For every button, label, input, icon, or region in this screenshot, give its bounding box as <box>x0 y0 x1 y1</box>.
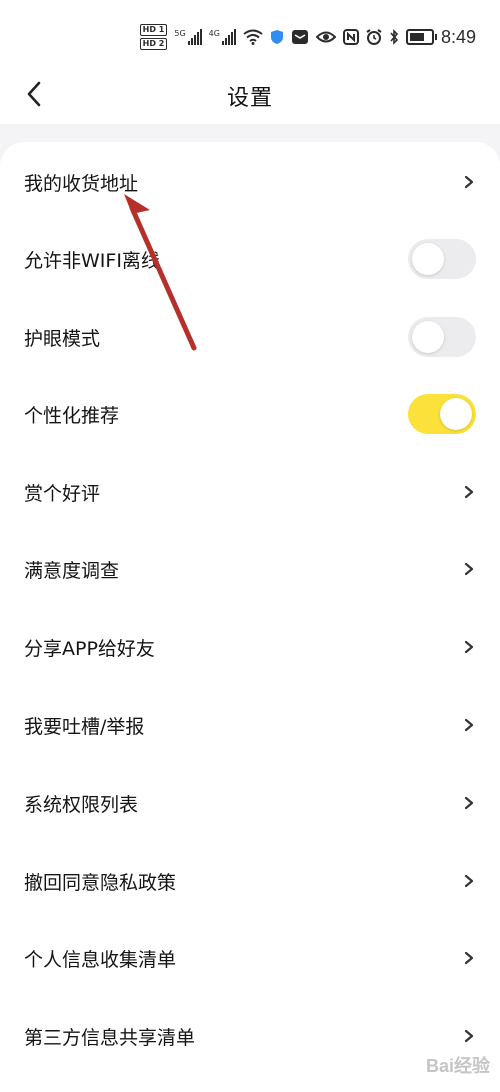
nav-header: 设置 <box>0 68 500 124</box>
settings-item-label: 个人信息收集清单 <box>24 948 177 971</box>
settings-item-share-app[interactable]: 分享APP给好友 <box>0 617 500 677</box>
clock: 8:49 <box>440 26 476 47</box>
chevron-right-icon <box>464 175 474 189</box>
chevron-right-icon <box>464 640 474 654</box>
status-bar: HD 1 HD 2 5G 4G 8:49 <box>0 0 500 68</box>
chevron-right-icon <box>464 951 474 965</box>
wifi-icon <box>243 29 263 45</box>
eye-care-toggle[interactable] <box>408 317 476 357</box>
settings-item-feedback-report[interactable]: 我要吐槽/举报 <box>0 695 500 755</box>
signal-5g-icon: 5G <box>174 29 202 45</box>
chevron-right-icon <box>464 485 474 499</box>
personalized-recommendation-toggle[interactable] <box>408 394 476 434</box>
settings-item-label: 赏个好评 <box>24 482 101 505</box>
toggle-knob <box>412 321 444 353</box>
toggle-knob <box>440 398 472 430</box>
signal-4g-icon: 4G <box>209 29 236 45</box>
eye-icon <box>315 31 336 43</box>
settings-item-rate-app[interactable]: 赏个好评 <box>0 462 500 522</box>
battery-icon <box>405 29 437 45</box>
alarm-icon <box>366 29 382 45</box>
settings-item-label: 我要吐槽/举报 <box>24 715 145 738</box>
nfc-icon <box>342 29 359 45</box>
settings-item-label: 个性化推荐 <box>24 404 120 427</box>
annotation-arrow-icon <box>124 194 197 351</box>
status-icons: HD 1 HD 2 5G 4G 8:49 <box>139 22 476 52</box>
settings-item-system-permissions[interactable]: 系统权限列表 <box>0 773 500 833</box>
bluetooth-icon <box>390 29 399 45</box>
settings-item-label: 满意度调查 <box>24 559 120 582</box>
settings-list: 我的收货地址 允许非WIFI离线 护眼模式 个性化推荐 赏个好评 满意度调查 分… <box>0 142 500 1092</box>
settings-item-label: 分享APP给好友 <box>24 637 155 660</box>
settings-item-label: 第三方信息共享清单 <box>24 1026 196 1049</box>
watermark-logo: Bai经验 <box>425 1056 490 1076</box>
hd-indicators: HD 1 HD 2 <box>139 24 168 50</box>
settings-item-revoke-privacy-consent[interactable]: 撤回同意隐私政策 <box>0 851 500 911</box>
chevron-right-icon <box>464 718 474 732</box>
toggle-knob <box>412 243 444 275</box>
settings-item-shipping-address[interactable]: 我的收货地址 <box>0 152 500 212</box>
settings-item-personalized-recommendation: 个性化推荐 <box>0 384 500 444</box>
app-notification-icon <box>291 30 308 44</box>
chevron-right-icon <box>464 874 474 888</box>
settings-item-label: 系统权限列表 <box>24 793 139 816</box>
settings-item-label: 撤回同意隐私政策 <box>24 871 177 894</box>
settings-item-eye-care-mode: 护眼模式 <box>0 307 500 367</box>
settings-item-satisfaction-survey[interactable]: 满意度调查 <box>0 539 500 599</box>
hd2-badge: HD 2 <box>139 38 168 50</box>
hd1-badge: HD 1 <box>139 24 168 36</box>
settings-item-label: 护眼模式 <box>24 327 101 350</box>
settings-item-personal-info-list[interactable]: 个人信息收集清单 <box>0 928 500 988</box>
chevron-right-icon <box>464 562 474 576</box>
chevron-right-icon <box>464 1029 474 1043</box>
settings-item-offline-non-wifi: 允许非WIFI离线 <box>0 229 500 289</box>
page-title: 设置 <box>226 86 273 111</box>
chevron-right-icon <box>464 796 474 810</box>
offline-non-wifi-toggle[interactable] <box>408 239 476 279</box>
shield-icon <box>270 30 283 44</box>
